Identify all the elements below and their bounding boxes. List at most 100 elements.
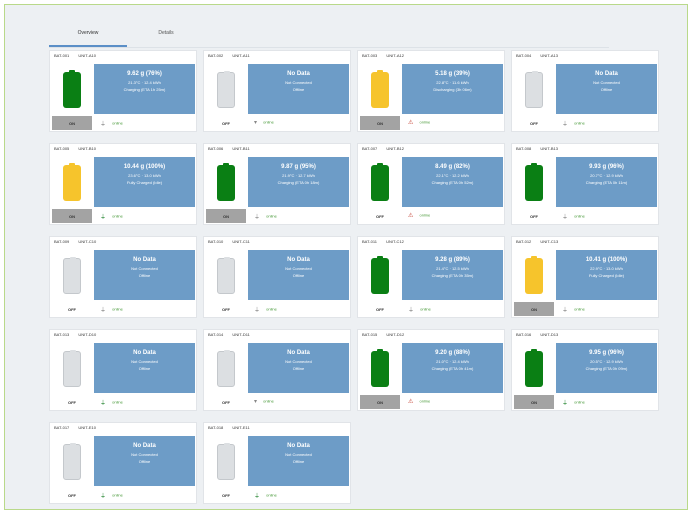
status-panel: 10.41 g (100%) 22.9°C · 13.0 kWh Fully C…	[556, 250, 657, 300]
battery-icon	[217, 350, 235, 387]
card-header: BAT-005 UNIT-B10	[54, 146, 104, 151]
device-card[interactable]: BAT-004 UNIT-A13 OFF No Data Not Connect…	[511, 50, 659, 132]
device-card[interactable]: BAT-003 UNIT-A12 ON 5.18 g (39%) 22.8°C …	[357, 50, 505, 132]
status-panel: 9.28 g (89%) 21.4°C · 12.5 kWh Charging …	[402, 250, 503, 300]
power-toggle-button[interactable]: OFF	[52, 488, 92, 502]
device-card[interactable]: BAT-014 UNIT-D11 OFF No Data Not Connect…	[203, 329, 351, 411]
charge-level: 5.18 g (39%)	[435, 71, 470, 77]
status-detail: 20.7°C · 12.9 kWh	[590, 173, 623, 178]
device-card[interactable]: BAT-018 UNIT-E11 OFF No Data Not Connect…	[203, 422, 351, 504]
power-toggle-button[interactable]: ON	[52, 116, 92, 130]
battery-block: OFF	[52, 250, 92, 316]
device-card[interactable]: BAT-006 UNIT-B11 ON 9.87 g (95%) 21.9°C …	[203, 143, 351, 225]
power-toggle-button[interactable]: ON	[360, 395, 400, 409]
device-id: BAT-001	[54, 53, 70, 58]
device-card[interactable]: BAT-002 UNIT-A11 OFF No Data Not Connect…	[203, 50, 351, 132]
power-toggle-button[interactable]: ON	[514, 302, 554, 316]
status-note: Charging (ETA 0h 09m)	[585, 366, 628, 371]
device-id: BAT-005	[54, 146, 70, 151]
power-toggle-button[interactable]: OFF	[360, 302, 400, 316]
power-toggle-button[interactable]: OFF	[52, 395, 92, 409]
charge-level: No Data	[133, 443, 156, 449]
online-status: online	[112, 120, 123, 126]
power-toggle-button[interactable]: OFF	[514, 116, 554, 130]
device-name: UNIT-C10	[78, 239, 97, 244]
power-toggle-button[interactable]: OFF	[206, 395, 246, 409]
device-card[interactable]: BAT-015 UNIT-D12 ON 9.20 g (88%) 21.0°C …	[357, 329, 505, 411]
card-header: BAT-011 UNIT-C12	[362, 239, 412, 244]
status-note: Offline	[292, 273, 305, 278]
battery-block: OFF	[52, 436, 92, 502]
device-name: UNIT-D12	[386, 332, 405, 337]
power-toggle-button[interactable]: OFF	[360, 209, 400, 223]
status-note: Discharging (3h 06m)	[433, 87, 472, 92]
device-id: BAT-007	[362, 146, 378, 151]
device-id: BAT-011	[362, 239, 377, 244]
power-toggle-button[interactable]: ON	[360, 116, 400, 130]
power-toggle-button[interactable]: OFF	[206, 116, 246, 130]
plug-icon: ⏚	[408, 308, 415, 314]
battery-icon	[525, 349, 543, 387]
status-panel: 10.44 g (100%) 23.6°C · 13.0 kWh Fully C…	[94, 157, 195, 207]
status-detail: Not Connected	[285, 452, 312, 457]
device-card[interactable]: BAT-013 UNIT-D10 OFF No Data Not Connect…	[49, 329, 197, 411]
status-panel: 9.93 g (96%) 20.7°C · 12.9 kWh Charging …	[556, 157, 657, 207]
device-name: UNIT-E10	[78, 425, 96, 430]
status-detail: 22.8°C · 11.6 kWh	[436, 80, 469, 85]
device-card[interactable]: BAT-007 UNIT-B12 OFF 8.49 g (82%) 22.1°C…	[357, 143, 505, 225]
device-name: UNIT-A12	[386, 53, 404, 58]
power-toggle-button[interactable]: ON	[514, 395, 554, 409]
power-toggle-button[interactable]: OFF	[206, 302, 246, 316]
card-footer: ⚠ online	[408, 212, 430, 219]
card-footer: ⏚ online	[100, 212, 123, 221]
card-header: BAT-016 UNIT-D13	[516, 332, 566, 337]
device-grid: BAT-001 UNIT-A10 ON 9.62 g (76%) 21.3°C …	[49, 50, 659, 504]
power-toggle-button[interactable]: ON	[206, 209, 246, 223]
battery-block: OFF	[206, 64, 246, 130]
battery-icon	[217, 257, 235, 294]
status-panel: No Data Not Connected Offline	[94, 343, 195, 393]
device-name: UNIT-D11	[232, 332, 250, 337]
plug-icon: ⏚	[100, 494, 107, 500]
device-card[interactable]: BAT-011 UNIT-C12 OFF 9.28 g (89%) 21.4°C…	[357, 236, 505, 318]
device-card[interactable]: BAT-016 UNIT-D13 ON 9.95 g (96%) 20.5°C …	[511, 329, 659, 411]
device-card[interactable]: BAT-012 UNIT-C13 ON 10.41 g (100%) 22.9°…	[511, 236, 659, 318]
device-card[interactable]: BAT-005 UNIT-B10 ON 10.44 g (100%) 23.6°…	[49, 143, 197, 225]
battery-icon	[371, 256, 389, 294]
card-header: BAT-008 UNIT-B13	[516, 146, 566, 151]
battery-icon	[63, 257, 81, 294]
device-card[interactable]: BAT-017 UNIT-E10 OFF No Data Not Connect…	[49, 422, 197, 504]
battery-icon	[525, 163, 543, 201]
device-card[interactable]: BAT-008 UNIT-B13 OFF 9.93 g (96%) 20.7°C…	[511, 143, 659, 225]
power-toggle-button[interactable]: OFF	[52, 302, 92, 316]
status-note: Fully Charged (Idle)	[588, 273, 625, 278]
device-card[interactable]: BAT-009 UNIT-C10 OFF No Data Not Connect…	[49, 236, 197, 318]
card-header: BAT-004 UNIT-A13	[516, 53, 566, 58]
plug-icon: ⏚	[562, 401, 569, 407]
online-status: online	[420, 306, 431, 312]
charge-level: 9.87 g (95%)	[281, 164, 316, 170]
device-card[interactable]: BAT-001 UNIT-A10 ON 9.62 g (76%) 21.3°C …	[49, 50, 197, 132]
status-panel: 5.18 g (39%) 22.8°C · 11.6 kWh Dischargi…	[402, 64, 503, 114]
status-panel: No Data Not Connected Offline	[248, 64, 349, 114]
battery-icon	[371, 70, 389, 108]
status-detail: Not Connected	[285, 80, 312, 85]
device-card[interactable]: BAT-010 UNIT-C11 OFF No Data Not Connect…	[203, 236, 351, 318]
charge-level: 10.41 g (100%)	[585, 257, 628, 263]
tab-details[interactable]: Details	[127, 21, 205, 45]
tab-overview[interactable]: Overview	[49, 21, 127, 47]
online-status: online	[574, 213, 585, 219]
power-toggle-button[interactable]: ON	[52, 209, 92, 223]
status-note: Charging (ETA 0h 52m)	[431, 180, 474, 185]
device-name: UNIT-A10	[78, 53, 96, 58]
charge-level: No Data	[133, 257, 156, 263]
status-detail: 23.6°C · 13.0 kWh	[128, 173, 161, 178]
power-toggle-button[interactable]: OFF	[514, 209, 554, 223]
power-toggle-button[interactable]: OFF	[206, 488, 246, 502]
device-id: BAT-014	[208, 332, 224, 337]
card-footer: ⏚ online	[408, 305, 431, 314]
status-note: Offline	[292, 87, 305, 92]
status-panel: 8.49 g (82%) 22.1°C · 12.2 kWh Charging …	[402, 157, 503, 207]
device-id: BAT-010	[208, 239, 224, 244]
signal-icon: ▾	[254, 120, 258, 126]
